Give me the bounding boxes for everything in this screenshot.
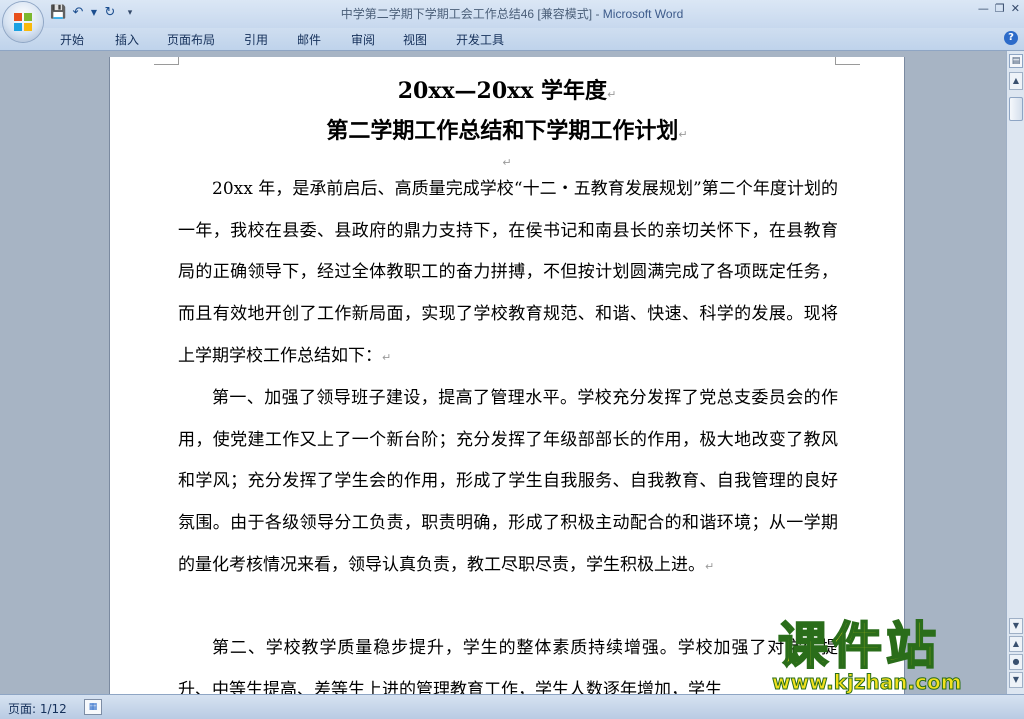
- window-title: 中学第二学期下学期工会工作总结46 [兼容模式] - Microsoft Wor…: [0, 5, 1024, 22]
- office-logo-icon: [14, 13, 32, 31]
- heading-title-text: 第二学期工作总结和下学期工作计划: [326, 118, 679, 144]
- help-icon[interactable]: ?: [1004, 31, 1018, 45]
- paragraph-text: 第二、学校教学质量稳步提升，学生的整体素质持续增强。学校加强了对学生提升、中等生…: [178, 638, 838, 697]
- paragraph-mark: ↵: [705, 559, 715, 573]
- office-button[interactable]: [3, 2, 43, 42]
- paragraph-mark: ↵: [382, 350, 392, 364]
- document-page[interactable]: 20xx—20xx 学年度↵ 第二学期工作总结和下学期工作计划↵ ↵ 20xx …: [110, 57, 904, 697]
- application-name: Microsoft Word: [602, 7, 684, 21]
- watermark-url: www.kjzhan.com: [772, 670, 963, 695]
- scroll-up-icon[interactable]: ▲: [1009, 72, 1023, 90]
- tab-home[interactable]: 开始: [60, 31, 84, 48]
- view-ruler-icon[interactable]: ▤: [1009, 54, 1023, 68]
- minimize-icon[interactable]: —: [978, 2, 989, 15]
- tab-developer[interactable]: 开发工具: [456, 31, 504, 48]
- previous-page-icon[interactable]: ▲: [1009, 636, 1023, 652]
- tab-mailings[interactable]: 邮件: [297, 31, 321, 48]
- crop-mark-top-right: [835, 57, 860, 65]
- empty-paragraph: ↵: [110, 151, 904, 170]
- paragraph-mark: ↵: [678, 128, 688, 141]
- document-heading-year: 20xx—20xx 学年度↵: [110, 73, 904, 105]
- watermark-logo: 课件站 www.kjzhan.com: [770, 617, 1010, 695]
- title-bar: 💾 ↶ ▼ ↻ ▾ 中学第二学期下学期工会工作总结46 [兼容模式] - Mic…: [0, 0, 1024, 28]
- browse-object-icon[interactable]: ●: [1009, 654, 1023, 670]
- title-separator: -: [592, 7, 603, 21]
- paragraph-text: 20xx 年，是承前启后、高质量完成学校“十二・五教育发展规划”第二个年度计划的…: [178, 179, 838, 366]
- body-paragraph: 第一、加强了领导班子建设，提高了管理水平。学校充分发挥了党总支委员会的作用，使党…: [178, 378, 838, 588]
- proofing-status-icon[interactable]: ▦: [84, 699, 102, 715]
- tab-page-layout[interactable]: 页面布局: [167, 31, 215, 48]
- scroll-down-icon[interactable]: ▼: [1009, 618, 1023, 634]
- page-number-indicator[interactable]: 页面: 1/12: [8, 700, 67, 717]
- watermark-title: 课件站: [777, 617, 940, 675]
- browse-navigation: ▼ ▲ ● ▼: [1009, 616, 1023, 688]
- paragraph-mark: ↵: [607, 88, 617, 101]
- next-page-icon[interactable]: ▼: [1009, 672, 1023, 688]
- status-bar: 页面: 1/12 ▦: [0, 694, 1024, 719]
- tab-insert[interactable]: 插入: [115, 31, 139, 48]
- paragraph-text: 第一、加强了领导班子建设，提高了管理水平。学校充分发挥了党总支委员会的作用，使党…: [178, 388, 838, 575]
- close-icon[interactable]: ✕: [1011, 2, 1020, 15]
- ribbon-tab-bar: 开始 插入 页面布局 引用 邮件 审阅 视图 开发工具 ?: [0, 28, 1024, 51]
- tab-view[interactable]: 视图: [403, 31, 427, 48]
- document-heading-title: 第二学期工作总结和下学期工作计划↵: [110, 113, 904, 145]
- window-controls: — ❐ ✕: [978, 2, 1020, 15]
- paragraph-mark: ↵: [502, 156, 512, 169]
- tab-review[interactable]: 审阅: [351, 31, 375, 48]
- crop-mark-top-left: [154, 57, 179, 65]
- body-paragraph: 第二、学校教学质量稳步提升，学生的整体素质持续增强。学校加强了对学生提升、中等生…: [178, 628, 838, 697]
- scrollbar-thumb[interactable]: [1009, 97, 1023, 121]
- document-name: 中学第二学期下学期工会工作总结46 [兼容模式]: [340, 7, 593, 21]
- heading-year-text: 20xx—20xx 学年度: [397, 78, 608, 104]
- body-paragraph: 20xx 年，是承前启后、高质量完成学校“十二・五教育发展规划”第二个年度计划的…: [178, 169, 838, 379]
- vertical-scrollbar[interactable]: ▤ ▲ ▼ ▲ ● ▼: [1006, 51, 1024, 694]
- tab-references[interactable]: 引用: [244, 31, 268, 48]
- restore-icon[interactable]: ❐: [995, 2, 1005, 15]
